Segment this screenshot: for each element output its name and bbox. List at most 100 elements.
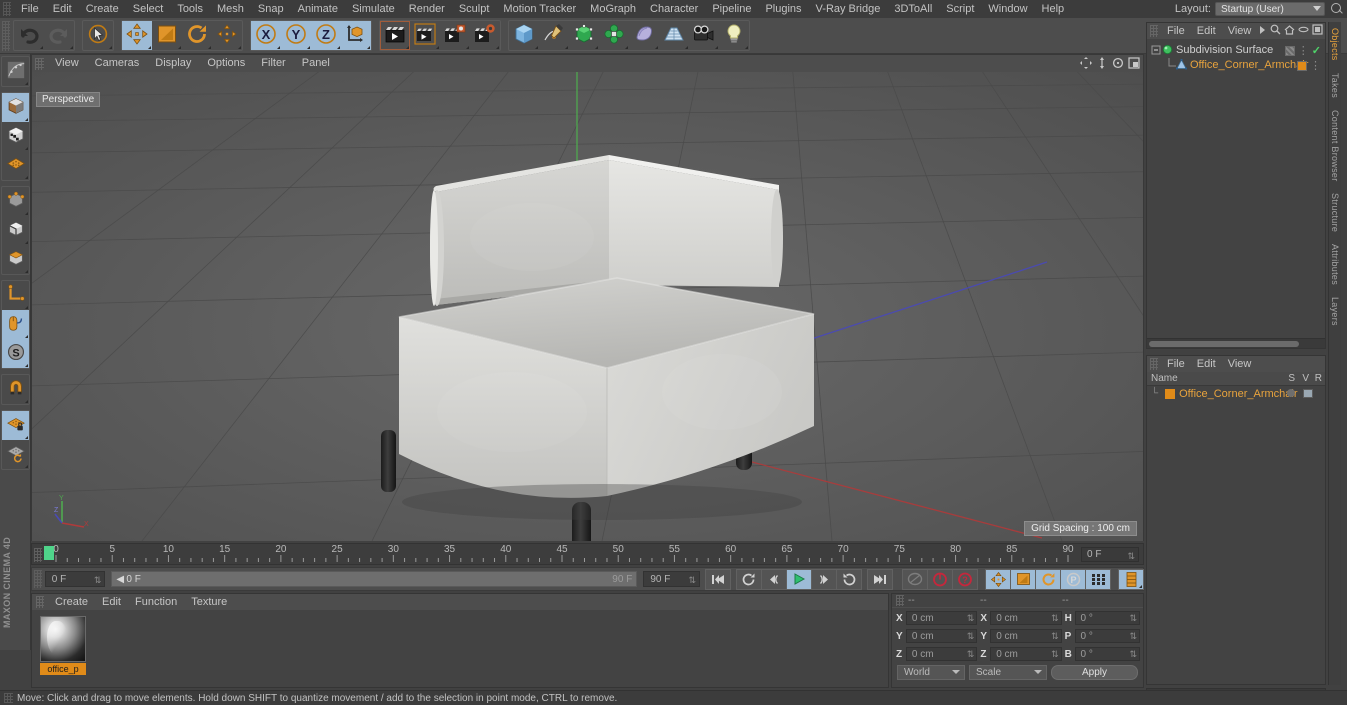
menu-item-simulate[interactable]: Simulate	[345, 0, 402, 18]
vertical-tab-objects[interactable]: Objects	[1329, 22, 1341, 67]
material-menu-create[interactable]: Create	[48, 594, 95, 610]
spinner-icon[interactable]: ⇅	[967, 648, 975, 661]
position-key-button[interactable]	[985, 568, 1011, 590]
undo-button[interactable]	[14, 21, 44, 50]
spinner-icon[interactable]: ⇅	[1129, 612, 1137, 625]
go-to-start-button[interactable]	[705, 568, 731, 590]
spinner-icon[interactable]: ⇅	[688, 573, 696, 588]
coord-position-field-Z[interactable]: 0 cm ⇅	[905, 647, 978, 661]
spinner-icon[interactable]: ⇅	[967, 630, 975, 643]
viewport-menu-cameras[interactable]: Cameras	[87, 55, 148, 72]
lock-y-axis[interactable]: Y	[281, 21, 311, 50]
menu-item-sculpt[interactable]: Sculpt	[452, 0, 497, 18]
menu-item-select[interactable]: Select	[126, 0, 171, 18]
menu-item-edit[interactable]: Edit	[46, 0, 79, 18]
scale-tool[interactable]	[152, 21, 182, 50]
layer-solo-toggle[interactable]	[1287, 389, 1295, 397]
render-view-button[interactable]	[380, 21, 410, 50]
pan-icon[interactable]	[1080, 57, 1092, 69]
transform-tool[interactable]	[212, 21, 242, 50]
make-editable-button[interactable]	[2, 57, 29, 86]
zoom-icon[interactable]	[1096, 57, 1108, 69]
end-frame-field[interactable]: 90 F ⇅	[643, 571, 700, 587]
menu-item-motion-tracker[interactable]: Motion Tracker	[496, 0, 583, 18]
spinner-icon[interactable]: ⇅	[1129, 648, 1137, 661]
vertical-tab-content-browser[interactable]: Content Browser	[1329, 104, 1341, 188]
viewport-menu-options[interactable]: Options	[199, 55, 253, 72]
parameter-key-button[interactable]: P	[1060, 568, 1086, 590]
coord-size-field-Y[interactable]: 0 cm ⇅	[990, 629, 1062, 643]
rotation-key-button[interactable]	[1035, 568, 1061, 590]
ellipse-icon[interactable]	[1298, 24, 1309, 35]
material-sphere-icon[interactable]	[40, 616, 86, 662]
spinner-icon[interactable]: ⇅	[94, 573, 102, 588]
add-cube-button[interactable]	[509, 21, 539, 50]
lock-workplane-button[interactable]	[2, 411, 29, 440]
object-row-1[interactable]: Office_Corner_Armchair ⋮	[1147, 57, 1325, 72]
texture-mode-button[interactable]	[2, 122, 29, 151]
spinner-icon[interactable]: ⇅	[1127, 549, 1135, 563]
preview-range-bar[interactable]: ◀ 0 F 90 F	[111, 571, 638, 587]
tag-icon[interactable]	[1284, 45, 1295, 56]
material-menu-texture[interactable]: Texture	[184, 594, 234, 610]
coord-rotation-field-H[interactable]: 0 ° ⇅	[1074, 611, 1140, 625]
vertical-tab-structure[interactable]: Structure	[1329, 187, 1341, 238]
step-back-button[interactable]	[761, 568, 787, 590]
render-region-button[interactable]	[410, 21, 440, 50]
add-generator-button[interactable]	[569, 21, 599, 50]
menu-item-file[interactable]: File	[14, 0, 46, 18]
coord-rotation-field-P[interactable]: 0 ° ⇅	[1074, 629, 1140, 643]
menu-item-script[interactable]: Script	[939, 0, 981, 18]
add-floor-button[interactable]	[659, 21, 689, 50]
apply-button[interactable]: Apply	[1051, 665, 1138, 680]
point-mode-button[interactable]	[2, 187, 29, 216]
material-tag-icon[interactable]	[1297, 60, 1307, 71]
model-mode-button[interactable]	[2, 93, 29, 122]
planar-workplane-button[interactable]	[2, 440, 29, 469]
add-deformer-button[interactable]	[599, 21, 629, 50]
material-menu-function[interactable]: Function	[128, 594, 184, 610]
soft-selection-button[interactable]: S	[2, 339, 29, 368]
render-settings-button[interactable]	[470, 21, 500, 50]
coord-rotation-field-B[interactable]: 0 ° ⇅	[1074, 647, 1140, 661]
menu-item-animate[interactable]: Animate	[291, 0, 345, 18]
timeline-scale[interactable]: 0 5 10 15 20 25 30 35 40 45 50 55 60 65 70 75 80 85 90	[46, 544, 1076, 566]
add-spline-button[interactable]	[539, 21, 569, 50]
layer-row-0[interactable]: └ Office_Corner_Armchair	[1147, 386, 1325, 401]
world-object-coordinates[interactable]	[341, 21, 371, 50]
scrollbar-thumb[interactable]	[1149, 341, 1299, 347]
menu-item-pipeline[interactable]: Pipeline	[705, 0, 758, 18]
menu-item-create[interactable]: Create	[79, 0, 126, 18]
object-menu-view[interactable]: View	[1222, 23, 1258, 39]
point-level-animation-button[interactable]	[1085, 568, 1111, 590]
add-scene-object-button[interactable]	[629, 21, 659, 50]
search-icon[interactable]	[1270, 24, 1281, 35]
viewport-menu-view[interactable]: View	[47, 55, 87, 72]
enable-axis-modification-button[interactable]	[2, 281, 29, 310]
expand-toggle-icon[interactable]	[1151, 43, 1162, 57]
vertical-tab-layers[interactable]: Layers	[1329, 291, 1341, 332]
layer-menu-edit[interactable]: Edit	[1191, 356, 1222, 372]
keyframe-selection-button[interactable]: ?	[952, 568, 978, 590]
spinner-icon[interactable]: ⇅	[1051, 630, 1059, 643]
maximize-icon[interactable]	[1128, 57, 1140, 69]
spinner-icon[interactable]: ⇅	[1051, 612, 1059, 625]
layer-menu-view[interactable]: View	[1222, 356, 1258, 372]
menu-item-tools[interactable]: Tools	[170, 0, 210, 18]
viewport-3d-scene[interactable]	[32, 72, 1143, 541]
coord-size-field-X[interactable]: 0 cm ⇅	[990, 611, 1062, 625]
menu-item-mesh[interactable]: Mesh	[210, 0, 251, 18]
menu-item-help[interactable]: Help	[1035, 0, 1072, 18]
layer-menu-file[interactable]: File	[1161, 356, 1191, 372]
frame-icon[interactable]	[1312, 24, 1323, 35]
object-menu-edit[interactable]: Edit	[1191, 23, 1222, 39]
viewport-canvas[interactable]: Perspective Grid Spacing : 100 cm Y X Z	[32, 72, 1143, 541]
vertical-tab-takes[interactable]: Takes	[1329, 67, 1341, 104]
material-item[interactable]: office_p	[40, 616, 86, 675]
redo-button[interactable]	[44, 21, 74, 50]
current-frame-field[interactable]: 0 F ⇅	[44, 571, 106, 588]
play-button[interactable]	[786, 568, 812, 590]
edge-mode-button[interactable]	[2, 216, 29, 245]
viewport-menu-display[interactable]: Display	[147, 55, 199, 72]
menu-item-plugins[interactable]: Plugins	[758, 0, 808, 18]
